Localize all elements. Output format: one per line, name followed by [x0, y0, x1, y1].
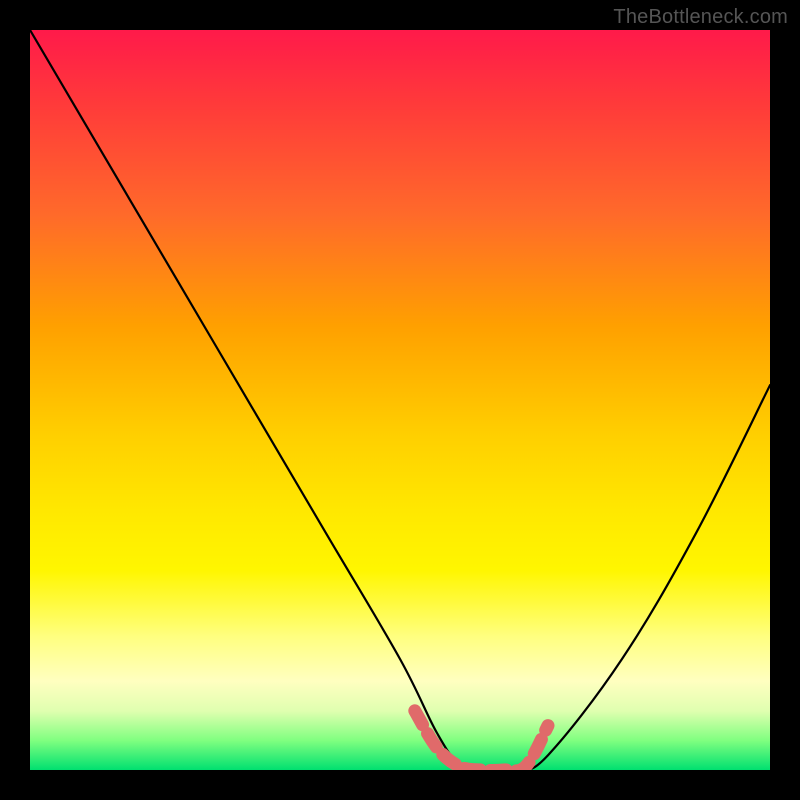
bottleneck-curve: [30, 30, 770, 770]
plot-area: [30, 30, 770, 770]
optimal-range-highlight: [415, 711, 548, 770]
watermark-text: TheBottleneck.com: [613, 6, 788, 29]
chart-container: TheBottleneck.com: [0, 0, 800, 800]
curve-layer: [30, 30, 770, 770]
